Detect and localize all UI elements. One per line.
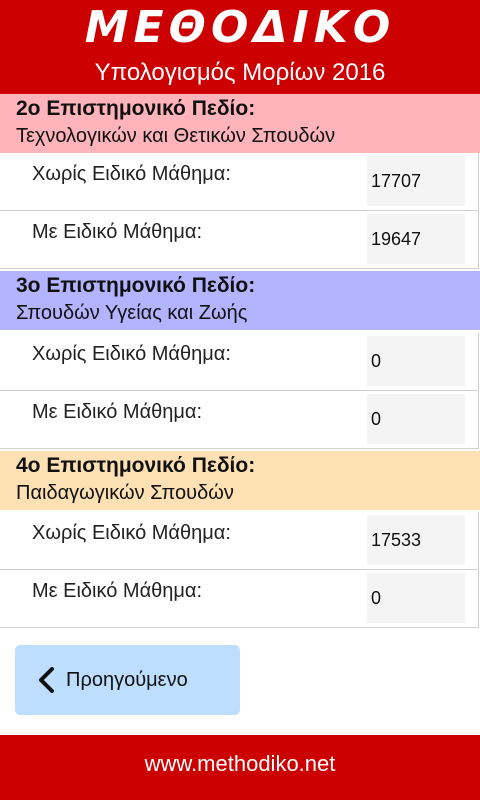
app-footer: www.methodiko.net (0, 735, 480, 800)
score-row-without-special: Χωρίς Ειδικό Μάθημα: 17707 (0, 153, 479, 211)
score-value[interactable]: 0 (367, 336, 465, 386)
score-row-with-special: Με Ειδικό Μάθημα: 0 (0, 391, 479, 449)
score-row-without-special: Χωρίς Ειδικό Μάθημα: 17533 (0, 512, 479, 570)
section-field-3: 3ο Επιστημονικό Πεδίο: Σπουδών Υγείας κα… (0, 271, 480, 330)
score-label: Με Ειδικό Μάθημα: (32, 221, 203, 243)
score-value[interactable]: 0 (367, 573, 465, 623)
chevron-left-icon (39, 667, 54, 693)
score-row-with-special: Με Ειδικό Μάθημα: 19647 (0, 211, 479, 269)
app-logo: ΜΕΘΟΔΙΚΟ (84, 2, 396, 53)
section-field-2: 2ο Επιστημονικό Πεδίο: Τεχνολογικών και … (0, 94, 480, 153)
previous-button-label: Προηγούμενο (66, 669, 188, 691)
score-row-with-special: Με Ειδικό Μάθημα: 0 (0, 570, 479, 628)
section-subtitle: Τεχνολογικών και Θετικών Σπουδών (16, 125, 336, 147)
score-value[interactable]: 19647 (367, 214, 465, 264)
section-subtitle: Παιδαγωγικών Σπουδών (16, 482, 234, 504)
section-subtitle: Σπουδών Υγείας και Ζωής (16, 302, 248, 324)
score-label: Χωρίς Ειδικό Μάθημα: (32, 163, 231, 185)
section-field-4: 4ο Επιστημονικό Πεδίο: Παιδαγωγικών Σπου… (0, 451, 480, 510)
section-title: 4ο Επιστημονικό Πεδίο: (16, 454, 256, 477)
score-value[interactable]: 17707 (367, 156, 465, 206)
score-label: Χωρίς Ειδικό Μάθημα: (32, 522, 231, 544)
score-value[interactable]: 0 (367, 394, 465, 444)
score-label: Με Ειδικό Μάθημα: (32, 401, 203, 423)
score-value[interactable]: 17533 (367, 515, 465, 565)
previous-button[interactable]: Προηγούμενο (15, 645, 240, 715)
app-header: ΜΕΘΟΔΙΚΟ Υπολογισμός Μορίων 2016 (0, 0, 480, 94)
section-title: 2ο Επιστημονικό Πεδίο: (16, 97, 256, 120)
website-link[interactable]: www.methodiko.net (0, 749, 480, 779)
section-title: 3ο Επιστημονικό Πεδίο: (16, 274, 256, 297)
score-label: Χωρίς Ειδικό Μάθημα: (32, 343, 231, 365)
score-row-without-special: Χωρίς Ειδικό Μάθημα: 0 (0, 333, 479, 391)
score-label: Με Ειδικό Μάθημα: (32, 580, 203, 602)
page-subtitle: Υπολογισμός Μορίων 2016 (94, 59, 386, 86)
